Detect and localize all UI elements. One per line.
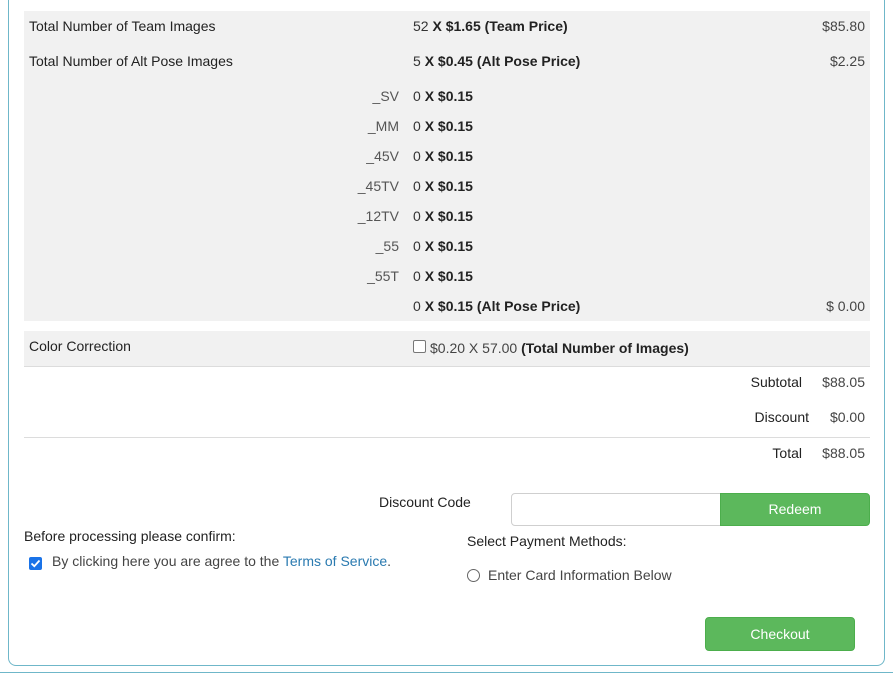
redeem-button[interactable]: Redeem: [720, 493, 870, 526]
total-value: $88.05: [822, 445, 865, 461]
pose-calc: 0 X $0.15: [413, 206, 473, 226]
pose-price: $0.15: [437, 268, 473, 284]
divider: [24, 437, 870, 438]
pose-suffix: _55: [375, 238, 399, 254]
alt-price-note: (Alt Pose Price): [476, 53, 581, 69]
pose-calc: 0 X $0.15: [413, 236, 473, 256]
pose-x: X: [424, 118, 435, 134]
pose-calc: 0 X $0.15: [413, 146, 473, 166]
pose-x: X: [424, 178, 435, 194]
checkout-button[interactable]: Checkout: [705, 617, 855, 651]
pose-count: 0: [413, 238, 421, 254]
color-correction-label: Color Correction: [29, 338, 131, 354]
pose-suffix: _12TV: [357, 208, 399, 224]
color-correction-checkbox[interactable]: [413, 340, 426, 353]
discount-value: $0.00: [829, 409, 865, 425]
pose-suffix: _MM: [367, 118, 399, 134]
pose-count: 0: [413, 88, 421, 104]
subtotal-label: Subtotal: [750, 374, 802, 390]
pose-calc: 0 X $0.15: [413, 86, 473, 106]
pose-suffix: _45TV: [357, 178, 399, 194]
terms-text: By clicking here you are agree to the Te…: [52, 553, 391, 569]
pose-count: 0: [413, 178, 421, 194]
pose-price: $0.15: [437, 208, 473, 224]
pose-suffix: _45V: [366, 148, 399, 164]
team-images-calc: 52 X $1.65 (Team Price): [413, 16, 568, 36]
alt-x: X: [424, 53, 435, 69]
team-images-label: Total Number of Team Images: [29, 18, 216, 34]
card-payment-label[interactable]: Enter Card Information Below: [488, 567, 672, 583]
discount-code-input[interactable]: [511, 493, 723, 526]
terms-of-service-link[interactable]: Terms of Service: [283, 553, 387, 569]
alt-images-label: Total Number of Alt Pose Images: [29, 53, 233, 69]
pose-price: $0.15: [437, 148, 473, 164]
color-correction-detail: $0.20 X 57.00 (Total Number of Images): [430, 338, 689, 358]
pose-x: X: [424, 268, 435, 284]
alt-total-amount: $ 0.00: [826, 298, 865, 314]
pose-count: 0: [413, 208, 421, 224]
pose-price: $0.15: [437, 178, 473, 194]
pose-x: X: [424, 88, 435, 104]
divider: [24, 366, 870, 367]
alt-total-x: X: [424, 298, 435, 314]
discount-code-label: Discount Code: [379, 494, 471, 510]
pose-price: $0.15: [437, 238, 473, 254]
team-x: X: [432, 18, 442, 34]
alt-total-price: $0.15: [437, 298, 473, 314]
alt-total-price-note: (Alt Pose Price): [476, 298, 581, 314]
confirm-title: Before processing please confirm:: [24, 528, 236, 544]
team-price: $1.65: [445, 18, 481, 34]
team-count: 52: [413, 18, 429, 34]
pose-x: X: [424, 148, 435, 164]
pose-count: 0: [413, 118, 421, 134]
card-payment-radio[interactable]: [467, 569, 480, 582]
terms-text-prefix: By clicking here you are agree to the: [52, 553, 280, 569]
alt-images-calc: 5 X $0.45 (Alt Pose Price): [413, 51, 580, 71]
terms-period: .: [387, 553, 392, 569]
color-correction-formula: $0.20 X 57.00: [430, 340, 518, 356]
pose-x: X: [424, 238, 435, 254]
pose-count: 0: [413, 268, 421, 284]
payment-methods-title: Select Payment Methods:: [467, 533, 627, 549]
alt-count: 5: [413, 53, 421, 69]
alt-amount: $2.25: [829, 53, 865, 69]
panel-bottom-border: [0, 672, 893, 673]
team-amount: $85.80: [822, 18, 865, 34]
total-label: Total: [772, 445, 802, 461]
discount-label: Discount: [754, 409, 809, 425]
pose-price: $0.15: [437, 118, 473, 134]
alt-price: $0.45: [437, 53, 473, 69]
pose-count: 0: [413, 148, 421, 164]
pose-suffix: _55T: [367, 268, 399, 284]
team-price-note: (Team Price): [484, 18, 568, 34]
checkmark-icon: [30, 559, 41, 568]
pose-x: X: [424, 208, 435, 224]
pose-calc: 0 X $0.15: [413, 116, 473, 136]
color-correction-note: (Total Number of Images): [521, 340, 689, 356]
pose-calc: 0 X $0.15: [413, 176, 473, 196]
alt-total-count: 0: [413, 298, 421, 314]
pose-price: $0.15: [437, 88, 473, 104]
alt-total-calc: 0 X $0.15 (Alt Pose Price): [413, 296, 580, 316]
pose-suffix: _SV: [372, 88, 399, 104]
terms-checkbox[interactable]: [29, 557, 42, 570]
subtotal-value: $88.05: [822, 374, 865, 390]
pose-calc: 0 X $0.15: [413, 266, 473, 286]
